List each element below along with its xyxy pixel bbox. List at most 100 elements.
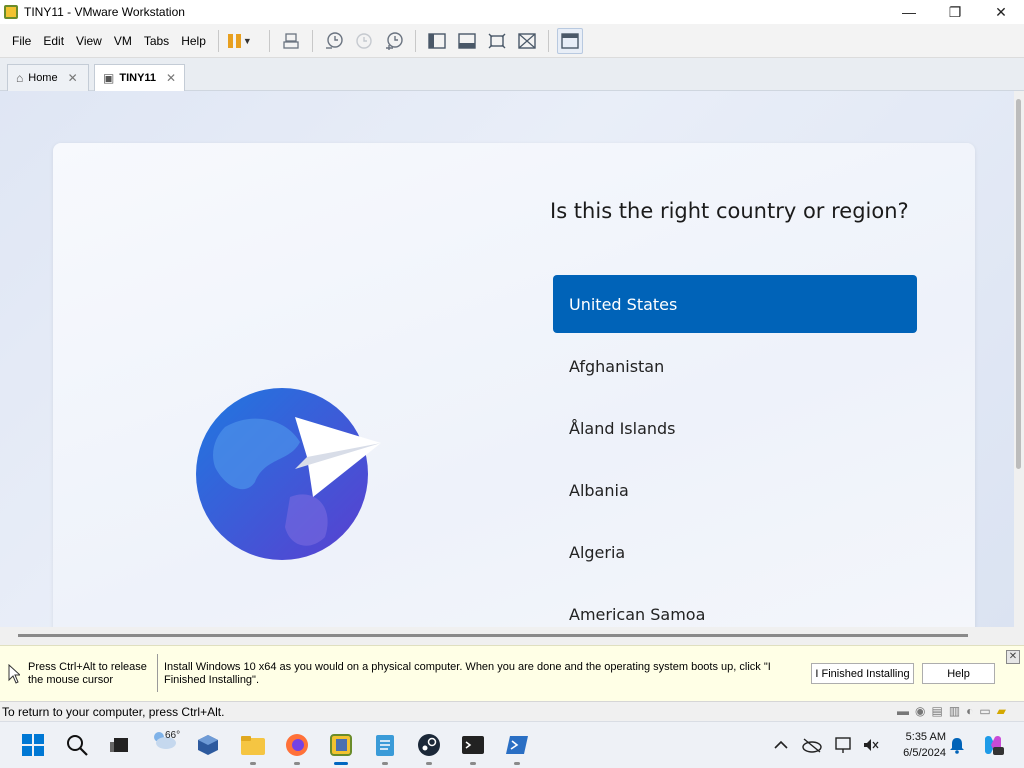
maximize-button[interactable]: ❐	[932, 0, 978, 24]
unity-button[interactable]	[514, 28, 540, 54]
device-icons: ▬ ◉ ▤ ▥ ◐ ▭ ▰	[897, 704, 1006, 718]
notifications-button[interactable]	[942, 730, 972, 760]
network-icon	[835, 737, 851, 753]
snapshot-manager-button[interactable]	[381, 28, 407, 54]
full-screen-button[interactable]	[484, 28, 510, 54]
help-button[interactable]: Help	[922, 663, 995, 684]
terminal-icon	[462, 736, 484, 754]
task-view-button[interactable]	[104, 730, 134, 760]
toolbar-separator	[311, 29, 313, 52]
mouse-cursor-icon	[8, 664, 20, 684]
status-bar: To return to your computer, press Ctrl+A…	[0, 701, 1024, 721]
powershell-app[interactable]	[502, 730, 532, 765]
start-button[interactable]	[18, 730, 48, 760]
country-item-selected[interactable]: United States	[553, 275, 917, 333]
pause-button[interactable]: ▼	[227, 28, 253, 54]
tab-home[interactable]: ⌂ Home ✕	[7, 64, 89, 91]
menu-edit[interactable]: Edit	[37, 34, 70, 48]
country-item[interactable]: Åland Islands	[553, 399, 917, 457]
send-ctrl-alt-del-button[interactable]	[278, 28, 304, 54]
country-item[interactable]: Afghanistan	[553, 337, 917, 395]
close-hint-icon[interactable]: ✕	[1006, 650, 1020, 664]
powershell-icon	[506, 736, 528, 754]
show-hidden-icons-button[interactable]	[766, 730, 796, 760]
network-adapter-icon[interactable]: ▤	[931, 704, 942, 718]
keyboard-network-icon	[283, 32, 299, 49]
toolbar-separator	[217, 29, 219, 52]
cd-dvd-icon[interactable]: ◉	[915, 704, 925, 718]
sound-icon[interactable]: ◐	[966, 704, 973, 718]
console-view-button[interactable]	[556, 27, 583, 54]
tab-tiny11[interactable]: ▣ TINY11 ✕	[94, 64, 185, 91]
install-instructions: Install Windows 10 x64 as you would on a…	[164, 661, 771, 686]
usb-icon[interactable]: ▥	[949, 704, 960, 718]
window-title: TINY11 - VMware Workstation	[24, 5, 185, 19]
oobe-card: Is this the right country or region? Uni…	[53, 143, 975, 627]
copilot-button[interactable]	[978, 730, 1008, 760]
horizontal-scrollbar[interactable]	[0, 627, 1024, 645]
close-tab-icon[interactable]: ✕	[166, 71, 176, 85]
notepad-icon	[376, 735, 394, 756]
revert-snapshot-button[interactable]	[351, 28, 377, 54]
menu-vm[interactable]: VM	[108, 34, 138, 48]
running-indicator	[426, 762, 432, 765]
snapshot-manager-icon	[385, 31, 403, 50]
globe-illustration	[195, 387, 385, 570]
vertical-scrollbar[interactable]	[1014, 91, 1024, 627]
active-indicator	[334, 762, 348, 765]
window-controls: — ❐ ✕	[886, 0, 1024, 24]
copilot-icon	[985, 735, 1004, 755]
display-icon[interactable]: ▭	[979, 704, 990, 718]
finished-installing-button[interactable]: I Finished Installing	[811, 663, 914, 684]
onedrive-tray[interactable]	[797, 730, 827, 760]
running-indicator	[470, 762, 476, 765]
country-item[interactable]: American Samoa	[553, 585, 917, 627]
thumbnail-bar-button[interactable]	[454, 28, 480, 54]
snapshot-clock-icon	[325, 31, 343, 49]
snapshot-button[interactable]	[321, 28, 347, 54]
message-log-icon[interactable]: ▰	[997, 704, 1006, 718]
folder-icon	[241, 736, 265, 755]
notepad-app[interactable]	[370, 730, 400, 765]
menu-file[interactable]: File	[6, 34, 37, 48]
menu-tabs[interactable]: Tabs	[138, 34, 175, 48]
country-item[interactable]: Algeria	[553, 523, 917, 581]
menu-view[interactable]: View	[70, 34, 108, 48]
network-tray[interactable]	[829, 730, 859, 760]
search-button[interactable]	[62, 730, 92, 760]
country-list[interactable]: United States Afghanistan Åland Islands …	[553, 275, 917, 627]
terminal-app[interactable]	[458, 730, 488, 765]
pause-icon	[227, 33, 241, 48]
install-hint-bar: Press Ctrl+Alt to release the mouse curs…	[0, 645, 1024, 701]
chevron-down-icon[interactable]: ▼	[243, 36, 252, 46]
chevron-up-icon	[774, 740, 788, 749]
bell-icon	[950, 738, 964, 754]
running-indicator	[250, 762, 256, 765]
menu-help[interactable]: Help	[175, 34, 212, 48]
tab-bar: ⌂ Home ✕ ▣ TINY11 ✕	[0, 58, 1024, 91]
minimize-button[interactable]: —	[886, 0, 932, 24]
running-indicator	[514, 762, 520, 765]
firefox-app[interactable]	[282, 730, 312, 765]
vm-display[interactable]: Is this the right country or region? Uni…	[0, 91, 1014, 627]
windows-taskbar: 66° 5:35 AM 6/5/2024	[0, 721, 1024, 768]
library-panel-icon	[428, 32, 446, 49]
virtualbox-icon	[198, 735, 218, 755]
vmware-icon	[330, 734, 352, 756]
virtualbox-app[interactable]	[193, 730, 223, 760]
running-indicator	[382, 762, 388, 765]
hard-disk-icon[interactable]: ▬	[897, 704, 909, 718]
scrollbar-thumb[interactable]	[18, 634, 968, 637]
show-library-button[interactable]	[424, 28, 450, 54]
close-button[interactable]: ✕	[978, 0, 1024, 24]
title-bar: TINY11 - VMware Workstation — ❐ ✕	[0, 0, 1024, 24]
clock-date: 6/5/2024	[903, 747, 946, 759]
vmware-app[interactable]	[326, 730, 356, 765]
close-tab-icon[interactable]: ✕	[68, 71, 78, 85]
country-item[interactable]: Albania	[553, 461, 917, 519]
cloud-offline-icon	[802, 738, 822, 753]
system-clock[interactable]: 5:35 AM 6/5/2024	[880, 729, 946, 761]
file-explorer-app[interactable]	[238, 730, 268, 765]
scrollbar-thumb[interactable]	[1016, 99, 1021, 469]
steam-app[interactable]	[414, 730, 444, 765]
